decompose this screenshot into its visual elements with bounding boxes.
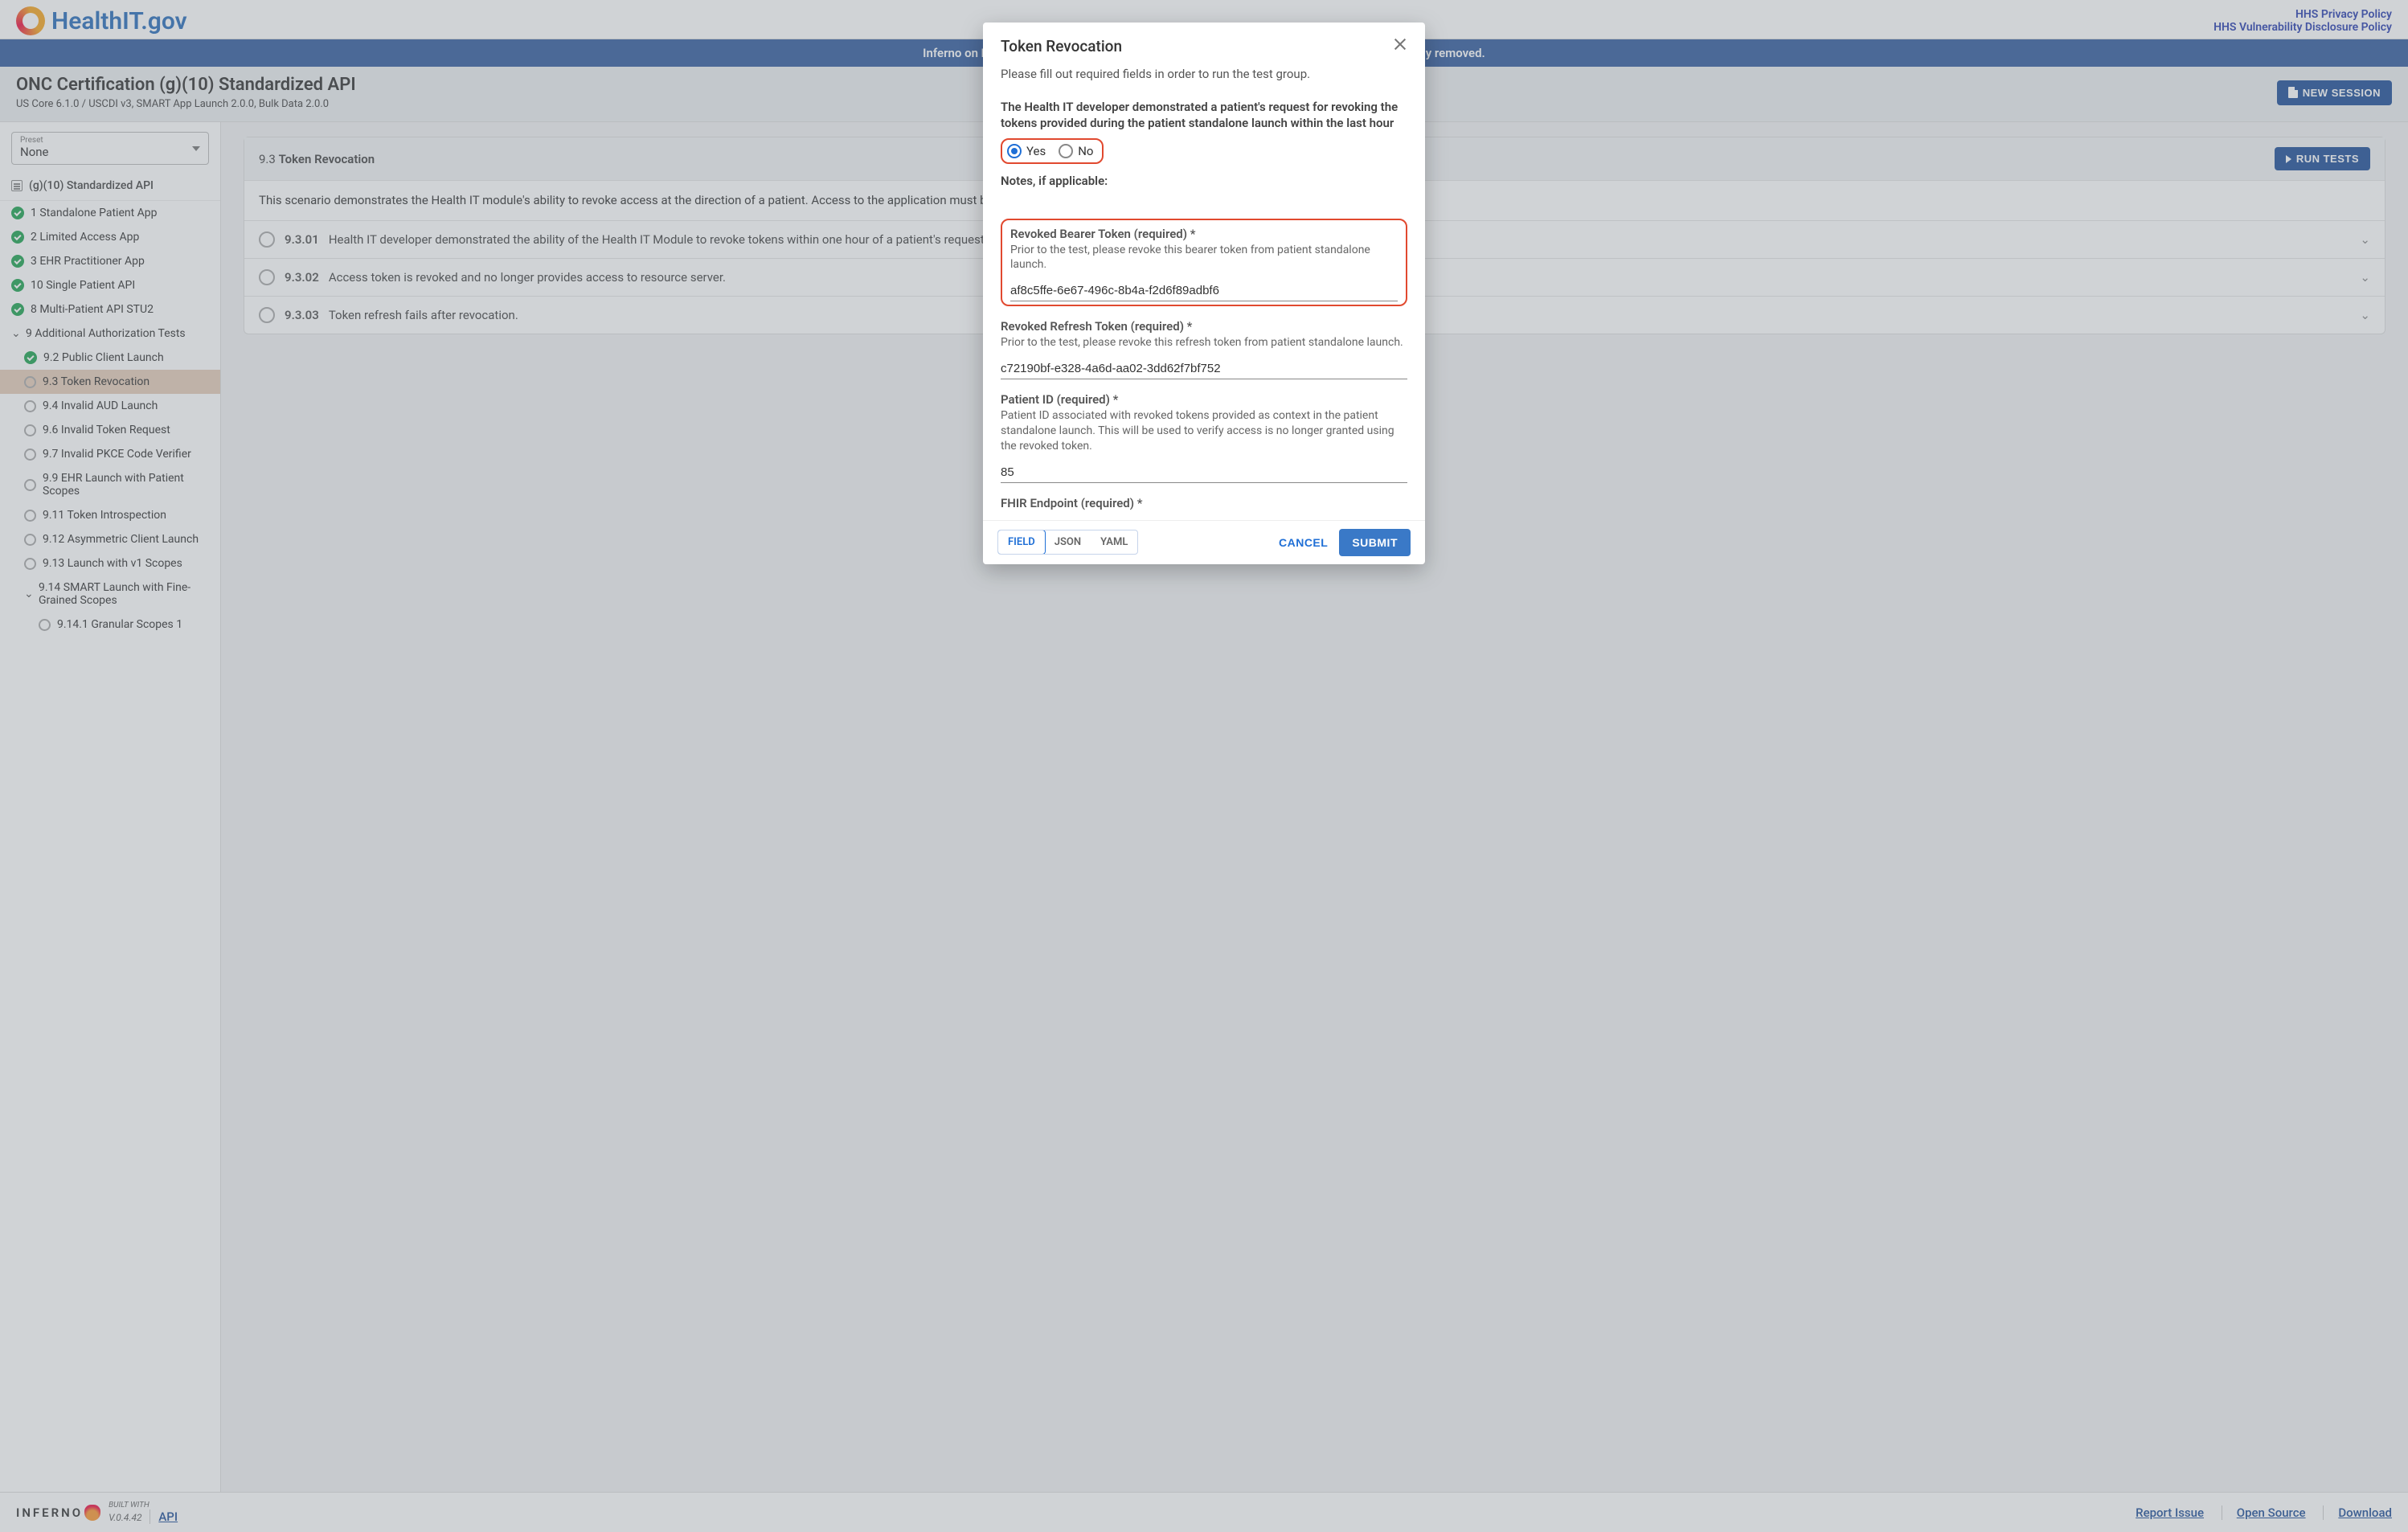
attestation-radio-group: Yes No <box>1001 138 1104 164</box>
modal-overlay[interactable]: Token Revocation Please fill out require… <box>0 0 2408 1532</box>
tab-yaml[interactable]: YAML <box>1091 530 1137 554</box>
notes-label: Notes, if applicable: <box>1001 174 1407 188</box>
refresh-token-help: Prior to the test, please revoke this re… <box>1001 335 1407 350</box>
fhir-endpoint-group: FHIR Endpoint (required) * <box>1001 496 1407 510</box>
submit-button[interactable]: SUBMIT <box>1339 529 1411 556</box>
radio-no-label: No <box>1078 144 1093 158</box>
fhir-endpoint-label: FHIR Endpoint (required) * <box>1001 496 1407 510</box>
modal-subtitle: Please fill out required fields in order… <box>983 59 1425 86</box>
patient-id-group: Patient ID (required) * Patient ID assoc… <box>1001 392 1407 483</box>
radio-icon <box>1059 144 1073 158</box>
radio-icon <box>1007 144 1022 158</box>
tab-field[interactable]: FIELD <box>997 530 1046 555</box>
close-icon[interactable] <box>1393 37 1407 51</box>
modal-title: Token Revocation <box>1001 37 1122 55</box>
refresh-token-input[interactable] <box>1001 357 1407 379</box>
bearer-token-group: Revoked Bearer Token (required) * Prior … <box>1001 219 1407 307</box>
bearer-token-label: Revoked Bearer Token (required) * <box>1010 227 1398 241</box>
patient-id-input[interactable] <box>1001 461 1407 483</box>
patient-id-help: Patient ID associated with revoked token… <box>1001 408 1407 454</box>
radio-yes[interactable]: Yes <box>1007 144 1046 158</box>
modal: Token Revocation Please fill out require… <box>983 23 1425 564</box>
refresh-token-label: Revoked Refresh Token (required) * <box>1001 319 1407 334</box>
format-tabs: FIELD JSON YAML <box>997 530 1138 555</box>
tab-json[interactable]: JSON <box>1045 530 1091 554</box>
refresh-token-group: Revoked Refresh Token (required) * Prior… <box>1001 319 1407 379</box>
radio-no[interactable]: No <box>1059 144 1093 158</box>
bearer-token-help: Prior to the test, please revoke this be… <box>1010 243 1398 273</box>
patient-id-label: Patient ID (required) * <box>1001 392 1407 407</box>
attestation-question: The Health IT developer demonstrated a p… <box>1001 99 1407 132</box>
cancel-button[interactable]: CANCEL <box>1279 536 1328 549</box>
radio-yes-label: Yes <box>1026 144 1046 158</box>
bearer-token-input[interactable] <box>1010 279 1398 301</box>
